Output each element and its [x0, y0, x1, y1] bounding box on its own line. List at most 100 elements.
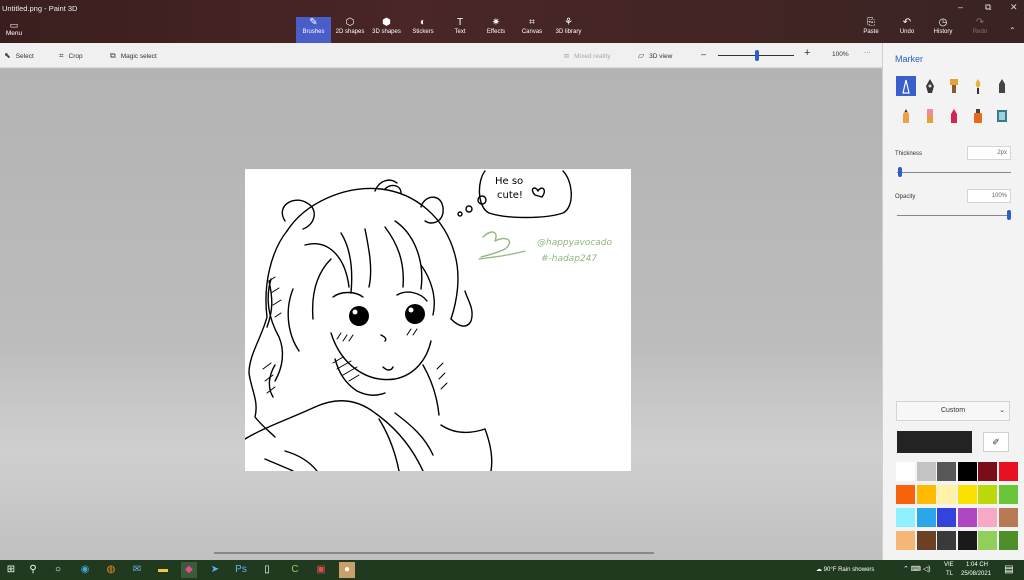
color-swatch[interactable]: [916, 531, 936, 550]
start-button[interactable]: ⊞: [3, 562, 19, 578]
undo-button[interactable]: ↶ Undo: [895, 17, 919, 43]
edge-app[interactable]: ◉: [77, 562, 93, 578]
history-button[interactable]: ◷ History: [930, 17, 956, 43]
current-color-swatch[interactable]: [897, 431, 972, 453]
color-swatch[interactable]: [896, 485, 915, 504]
drawing-canvas[interactable]: He so cute! @happyavocado #-hadap247: [245, 169, 631, 471]
color-swatch[interactable]: [957, 531, 977, 550]
color-swatch[interactable]: [998, 485, 1018, 504]
task-view-button[interactable]: ○: [50, 562, 66, 578]
pencil-icon: [903, 109, 909, 123]
color-swatch[interactable]: [937, 485, 956, 504]
photoshop-app[interactable]: Ps: [233, 562, 249, 578]
pixel-pen-button[interactable]: [992, 76, 1012, 96]
color-swatch[interactable]: [998, 462, 1018, 481]
fill-bucket-button[interactable]: [992, 106, 1012, 126]
paint3d-app[interactable]: ◆: [181, 562, 197, 578]
watercolor-button[interactable]: [968, 76, 988, 96]
color-swatch[interactable]: [937, 462, 956, 481]
eyedropper-button[interactable]: ✐: [983, 432, 1009, 452]
thickness-slider[interactable]: [897, 172, 1011, 173]
paste-button[interactable]: ⎘ Paste: [859, 17, 883, 43]
spray-can-button[interactable]: [968, 106, 988, 126]
zoom-out-button[interactable]: –: [701, 49, 706, 59]
redo-button[interactable]: ↷ Redo: [968, 17, 992, 43]
opacity-field[interactable]: 100%: [967, 189, 1011, 203]
firefox-icon: ◍: [106, 564, 116, 575]
tab-effects[interactable]: ✷ Effects: [482, 17, 510, 43]
color-swatch[interactable]: [916, 462, 936, 481]
tab-stickers-label: Stickers: [412, 29, 434, 35]
collapse-ribbon-icon[interactable]: ⌃: [1009, 26, 1016, 35]
color-swatch[interactable]: [896, 531, 915, 550]
pencil-button[interactable]: [896, 106, 916, 126]
notepad-app[interactable]: ▯: [259, 562, 275, 578]
crayon-button[interactable]: [944, 106, 964, 126]
color-swatch[interactable]: [998, 531, 1018, 550]
horizontal-scrollbar[interactable]: [214, 552, 654, 554]
tab-canvas[interactable]: ⌗ Canvas: [518, 17, 546, 43]
telegram-app[interactable]: ➤: [207, 562, 223, 578]
telegram-icon: ➤: [210, 564, 220, 575]
tab-3d-shapes[interactable]: ⬢ 3D shapes: [370, 17, 403, 43]
color-swatch[interactable]: [978, 485, 997, 504]
chat-app[interactable]: ●: [339, 562, 355, 578]
tab-3d-library[interactable]: ⚘ 3D library: [552, 17, 585, 43]
magic-select-button[interactable]: ⧉ Magic select: [110, 51, 157, 61]
capture-app[interactable]: ▣: [313, 562, 329, 578]
thickness-field[interactable]: 2px: [967, 146, 1011, 160]
eraser-button[interactable]: [920, 106, 940, 126]
tab-brushes[interactable]: ✎ Brushes: [296, 17, 331, 43]
mail-app[interactable]: ✉: [129, 562, 145, 578]
mixed-reality-button[interactable]: ⧈ Mixed reality: [564, 51, 611, 61]
camtasia-app[interactable]: C: [287, 562, 303, 578]
tab-text[interactable]: T Text: [447, 17, 473, 43]
watercolor-icon: [975, 79, 981, 94]
color-swatch[interactable]: [937, 508, 956, 527]
marker-brush-button[interactable]: [896, 76, 916, 96]
capture-icon: ▣: [316, 564, 326, 575]
color-swatch[interactable]: [978, 531, 997, 550]
color-swatch[interactable]: [896, 462, 915, 481]
clock-time[interactable]: 1:04 CH: [966, 562, 988, 568]
color-swatch[interactable]: [957, 462, 977, 481]
color-swatch[interactable]: [957, 508, 977, 527]
oil-brush-button[interactable]: [944, 76, 964, 96]
color-swatch[interactable]: [998, 508, 1018, 527]
file-explorer-app[interactable]: ▬: [155, 562, 171, 578]
close-button[interactable]: ✕: [1010, 2, 1018, 13]
zoom-in-button[interactable]: +: [804, 47, 810, 59]
tab-stickers[interactable]: ◐ Stickers: [408, 17, 438, 43]
maximize-button[interactable]: ⧉: [985, 2, 991, 13]
weather-widget[interactable]: ☁ 90°F Rain showers: [816, 566, 874, 573]
more-options-button[interactable]: ···: [864, 49, 871, 56]
tray-icons[interactable]: ⌃ ⌨ ◁): [903, 565, 931, 573]
firefox-app[interactable]: ◍: [103, 562, 119, 578]
undo-icon: ↶: [902, 17, 912, 28]
menu-button[interactable]: ▭ Menu: [3, 20, 25, 37]
color-swatch[interactable]: [896, 508, 915, 527]
3d-view-button[interactable]: ▱ 3D view: [638, 51, 672, 60]
tab-2d-shapes[interactable]: ⬡ 2D shapes: [334, 17, 366, 43]
minimize-button[interactable]: –: [958, 2, 963, 12]
search-icon: ⚲: [29, 564, 37, 575]
search-button[interactable]: ⚲: [25, 562, 41, 578]
language-line1[interactable]: VIE: [944, 562, 954, 568]
color-swatch[interactable]: [978, 508, 997, 527]
color-swatch[interactable]: [916, 485, 936, 504]
crop-button[interactable]: ⌗ Crop: [59, 51, 83, 61]
notifications-button[interactable]: ▤: [1001, 562, 1017, 578]
opacity-slider[interactable]: [897, 215, 1011, 216]
fill-icon: [997, 110, 1007, 122]
select-button[interactable]: ⬉ Select: [4, 51, 34, 60]
palette-dropdown[interactable]: Custom ⌄: [896, 401, 1010, 421]
opacity-slider-thumb[interactable]: [1007, 210, 1011, 220]
sketch-drawing: He so cute! @happyavocado #-hadap247: [245, 170, 612, 471]
color-swatch[interactable]: [916, 508, 936, 527]
color-swatch[interactable]: [937, 531, 956, 550]
zoom-slider-thumb[interactable]: [755, 50, 759, 61]
color-swatch[interactable]: [957, 485, 977, 504]
calligraphy-pen-button[interactable]: [920, 76, 940, 96]
color-swatch[interactable]: [978, 462, 997, 481]
thickness-slider-thumb[interactable]: [898, 167, 903, 177]
